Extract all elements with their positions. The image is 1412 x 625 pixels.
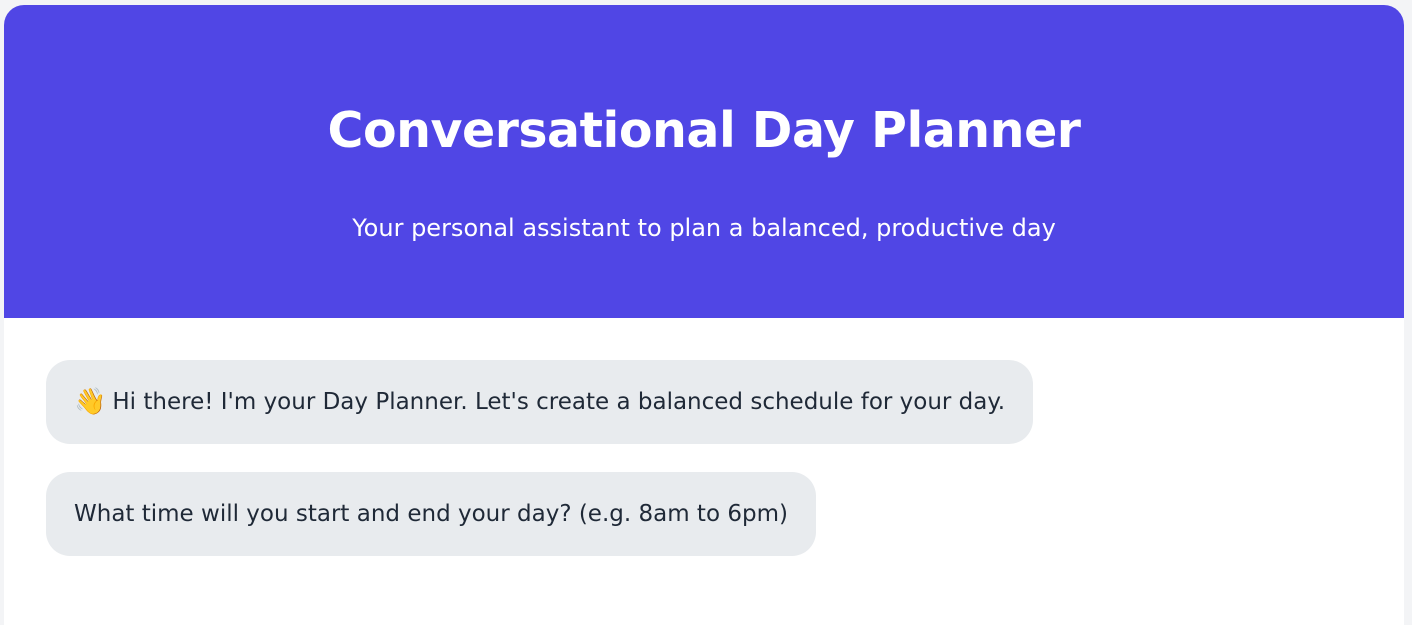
chat-messages: 👋 Hi there! I'm your Day Planner. Let's c…: [46, 360, 1366, 584]
page-subtitle: Your personal assistant to plan a balanc…: [352, 214, 1056, 242]
message-text: What time will you start and end your da…: [74, 501, 788, 527]
assistant-message: 👋 Hi there! I'm your Day Planner. Let's c…: [46, 360, 1366, 444]
message-text: Hi there! I'm your Day Planner. Let's cr…: [112, 389, 1006, 415]
assistant-message: What time will you start and end your da…: [46, 472, 1366, 556]
message-bubble: What time will you start and end your da…: [46, 472, 816, 556]
waving-hand-icon: 👋: [74, 387, 107, 417]
page-title: Conversational Day Planner: [327, 102, 1081, 159]
message-bubble: 👋 Hi there! I'm your Day Planner. Let's c…: [46, 360, 1034, 444]
app-card: Conversational Day Planner Your personal…: [4, 5, 1404, 625]
header-banner: Conversational Day Planner Your personal…: [4, 5, 1404, 318]
